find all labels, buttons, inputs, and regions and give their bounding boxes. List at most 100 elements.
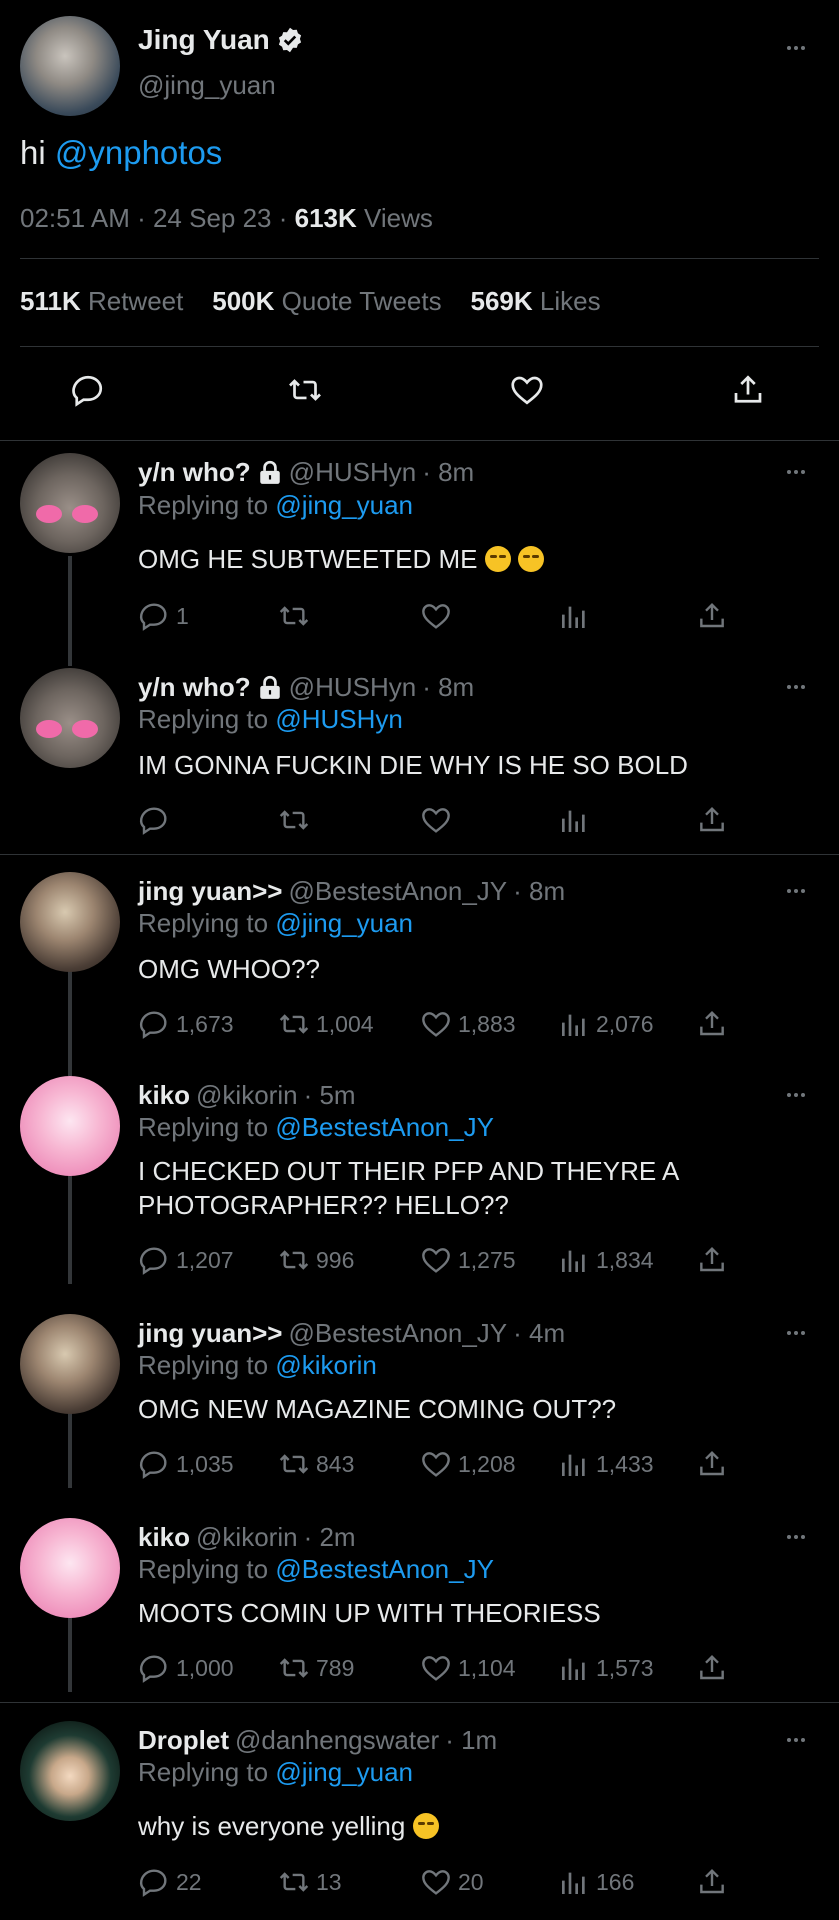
more-icon[interactable] xyxy=(781,1527,811,1547)
reply-button[interactable]: 1,207 xyxy=(138,1244,234,1276)
share-button[interactable] xyxy=(696,1652,728,1684)
replying-to-mention[interactable]: @jing_yuan xyxy=(275,490,413,520)
retweet-button[interactable]: 13 xyxy=(278,1866,342,1898)
replying-to-mention[interactable]: @HUSHyn xyxy=(275,704,403,734)
views-button[interactable]: 166 xyxy=(558,1866,634,1898)
more-icon[interactable] xyxy=(781,1730,811,1750)
more-icon[interactable] xyxy=(781,1085,811,1105)
like-count: 1,883 xyxy=(458,1010,516,1037)
avatar[interactable] xyxy=(20,453,120,553)
reply-author-name[interactable]: jing yuan>> xyxy=(138,1318,283,1349)
reply-author-handle[interactable]: @BestestAnon_JY xyxy=(289,876,508,907)
avatar[interactable] xyxy=(20,872,120,972)
share-button[interactable] xyxy=(696,804,728,836)
views-icon xyxy=(562,1872,585,1894)
reply-author-name[interactable]: Droplet xyxy=(138,1725,229,1756)
tweet-time[interactable]: 02:51 AM · 24 Sep 23 · xyxy=(20,203,287,233)
like-count: 1,275 xyxy=(458,1246,516,1273)
replying-to-mention[interactable]: @kikorin xyxy=(275,1350,377,1380)
more-icon[interactable] xyxy=(781,38,811,58)
like-button[interactable]: 1,883 xyxy=(420,1008,516,1040)
replying-to-mention[interactable]: @BestestAnon_JY xyxy=(275,1112,494,1142)
reply-author-name[interactable]: y/n who? xyxy=(138,457,251,488)
retweets-stat[interactable]: 511K Retweet xyxy=(20,286,183,316)
like-button[interactable] xyxy=(420,600,458,632)
more-icon[interactable] xyxy=(781,881,811,901)
avatar[interactable] xyxy=(20,1721,120,1821)
replying-to-mention[interactable]: @BestestAnon_JY xyxy=(275,1554,494,1584)
tweet-mention[interactable]: @ynphotos xyxy=(55,134,222,171)
avatar[interactable] xyxy=(20,16,120,116)
more-icon[interactable] xyxy=(781,1323,811,1343)
reply-author-handle[interactable]: @BestestAnon_JY xyxy=(289,1318,508,1349)
heart-icon[interactable] xyxy=(508,372,546,408)
retweet-button[interactable]: 1,004 xyxy=(278,1008,374,1040)
reply-button[interactable]: 1,035 xyxy=(138,1448,234,1480)
share-button[interactable] xyxy=(696,1244,728,1276)
reply-count: 1 xyxy=(176,602,189,629)
share-icon xyxy=(700,1246,724,1272)
retweet-button[interactable]: 996 xyxy=(278,1244,354,1276)
reply-author-name[interactable]: kiko xyxy=(138,1080,190,1111)
like-button[interactable] xyxy=(420,804,458,836)
reply-icon[interactable] xyxy=(70,372,106,408)
reply-author-handle[interactable]: @HUSHyn xyxy=(289,457,417,488)
reply-button[interactable]: 1,000 xyxy=(138,1652,234,1684)
reply-icon xyxy=(139,1655,167,1683)
like-button[interactable]: 1,208 xyxy=(420,1448,516,1480)
quotes-stat[interactable]: 500K Quote Tweets xyxy=(212,286,441,316)
reply-text-line: OMG WHOO?? xyxy=(138,954,321,984)
reply-time[interactable]: · 4m xyxy=(513,1318,565,1349)
likes-stat[interactable]: 569K Likes xyxy=(471,286,601,316)
like-button[interactable]: 1,104 xyxy=(420,1652,516,1684)
reply-button[interactable]: 1,673 xyxy=(138,1008,234,1040)
like-button[interactable]: 1,275 xyxy=(420,1244,516,1276)
reply-author-name[interactable]: y/n who? xyxy=(138,672,251,703)
views-button[interactable]: 1,573 xyxy=(558,1652,654,1684)
reply-time[interactable]: · 5m xyxy=(304,1080,356,1111)
share-button[interactable] xyxy=(696,600,728,632)
retweet-button[interactable]: 789 xyxy=(278,1652,354,1684)
avatar[interactable] xyxy=(20,668,120,768)
retweet-button[interactable] xyxy=(278,804,316,836)
more-icon[interactable] xyxy=(781,677,811,697)
views-button[interactable]: 1,834 xyxy=(558,1244,654,1276)
views-button[interactable]: 1,433 xyxy=(558,1448,654,1480)
reply-author-name[interactable]: kiko xyxy=(138,1522,190,1553)
retweet-button[interactable]: 843 xyxy=(278,1448,354,1480)
retweet-icon[interactable] xyxy=(285,372,325,408)
reply-button[interactable]: 22 xyxy=(138,1866,202,1898)
replying-to-label: Replying to xyxy=(138,1350,269,1380)
avatar[interactable] xyxy=(20,1076,120,1176)
share-icon[interactable] xyxy=(730,372,766,408)
reply-author-handle[interactable]: @kikorin xyxy=(196,1080,298,1111)
reply-time[interactable]: · 8m xyxy=(513,876,565,907)
share-button[interactable] xyxy=(696,1866,728,1898)
retweet-button[interactable] xyxy=(278,600,316,632)
like-button[interactable]: 20 xyxy=(420,1866,484,1898)
views-button[interactable] xyxy=(558,804,596,836)
views-button[interactable] xyxy=(558,600,596,632)
author-handle[interactable]: @jing_yuan xyxy=(138,70,276,101)
reply-author-handle[interactable]: @danhengswater xyxy=(235,1725,439,1756)
quotes-count: 500K xyxy=(212,286,275,316)
author-name[interactable]: Jing Yuan xyxy=(138,24,270,56)
reply-time[interactable]: · 1m xyxy=(445,1725,497,1756)
share-button[interactable] xyxy=(696,1008,728,1040)
replying-to-mention[interactable]: @jing_yuan xyxy=(275,1757,413,1787)
reply-time[interactable]: · 8m xyxy=(422,457,474,488)
share-button[interactable] xyxy=(696,1448,728,1480)
reply-button[interactable] xyxy=(138,804,176,836)
avatar[interactable] xyxy=(20,1314,120,1414)
reply-author-handle[interactable]: @HUSHyn xyxy=(289,672,417,703)
reply-time[interactable]: · 8m xyxy=(422,672,474,703)
replying-to-mention[interactable]: @jing_yuan xyxy=(275,908,413,938)
crying-emoji-icon xyxy=(484,546,511,572)
reply-button[interactable]: 1 xyxy=(138,600,189,632)
reply-author-handle[interactable]: @kikorin xyxy=(196,1522,298,1553)
views-button[interactable]: 2,076 xyxy=(558,1008,654,1040)
avatar[interactable] xyxy=(20,1518,120,1618)
reply-author-name[interactable]: jing yuan>> xyxy=(138,876,283,907)
reply-time[interactable]: · 2m xyxy=(304,1522,356,1553)
more-icon[interactable] xyxy=(781,462,811,482)
